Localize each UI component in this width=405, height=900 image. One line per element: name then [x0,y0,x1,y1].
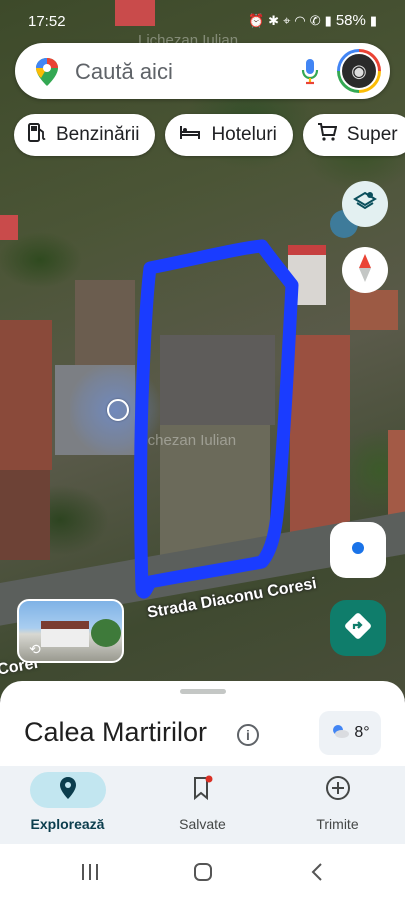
location-icon: ⌖ [283,12,291,28]
add-circle-icon [325,775,351,806]
google-maps-pin-icon [35,57,59,92]
bluetooth-icon: ✱ [268,12,280,28]
compass-button[interactable] [342,247,388,293]
battery-level: 58% [335,12,366,29]
chip-label: Super [346,124,398,145]
recents-icon[interactable] [80,862,100,887]
my-location-icon [346,536,370,565]
building-roof [0,470,50,560]
category-chips: Benzinării Hoteluri Super [14,114,405,156]
microphone-icon[interactable] [300,57,320,90]
tab-contribute[interactable]: Trimite [270,766,405,844]
satellite-map[interactable]: Strada Diaconu Coresi Corel Lichezan Iul… [0,0,405,700]
building-roof [0,215,18,240]
gas-station-icon [28,122,46,148]
tab-saved[interactable]: Salvate [135,766,270,844]
temperature: 8° [354,724,370,741]
drag-handle[interactable] [180,689,226,694]
street-view-thumbnail[interactable]: ⟲ [17,599,124,663]
layers-button[interactable] [342,181,388,227]
weather-badge[interactable]: 8° [319,711,381,755]
building-roof [288,245,326,305]
layers-icon [353,190,377,219]
tab-label: Trimite [316,816,359,832]
building-roof [160,335,275,425]
battery-icon: ▮ [369,12,377,28]
directions-icon [344,612,372,645]
call-icon: ✆ [309,12,321,28]
home-icon[interactable] [193,862,213,887]
info-icon[interactable]: i [237,724,259,746]
tab-label: Explorează [30,816,105,832]
building-roof [0,320,52,470]
building-roof [290,335,350,545]
tab-icon-container [29,772,106,808]
avatar[interactable]: ◉ [337,49,381,93]
status-icons: ⏰ ✱ ⌖ ◠ ✆ ▮ 58% ▮ [248,12,377,29]
current-location-dot [107,399,129,421]
status-bar: 17:52 ⏰ ✱ ⌖ ◠ ✆ ▮ 58% ▮ [0,0,405,40]
tab-explore[interactable]: Explorează [0,766,135,844]
chip-label: Hoteluri [211,124,277,145]
alarm-icon: ⏰ [247,12,265,28]
rotate-360-icon: ⟲ [29,641,41,657]
wifi-icon: ◠ [294,12,306,28]
chip-hotels[interactable]: Hoteluri [165,114,293,156]
tab-label: Salvate [179,816,226,832]
clock: 17:52 [28,13,66,30]
search-input[interactable]: Caută aici [75,59,173,85]
building-roof [350,290,398,330]
directions-button[interactable] [330,600,386,656]
my-location-button[interactable] [330,522,386,578]
profile-photo: ◉ [340,52,378,90]
bookmark-icon [192,775,214,806]
tab-icon-container [165,772,241,808]
search-bar[interactable]: Caută aici ◉ [15,43,390,99]
chip-label: Benzinării [56,124,140,145]
street-view-tree [91,619,121,647]
signal-icon: ▮ [324,12,332,28]
back-icon[interactable] [310,862,324,887]
building-roof [75,280,135,365]
bottom-navigation: Explorează Salvate Trimite [0,766,405,844]
tab-icon-container [300,772,376,808]
compass-icon [355,253,375,288]
bed-icon [179,124,201,146]
place-bottom-sheet[interactable]: Calea Martirilor i 8° [0,681,405,771]
location-pin-icon [59,776,77,805]
chip-supermarkets[interactable]: Super [302,114,405,156]
partly-cloudy-icon [330,723,350,744]
place-title: Calea Martirilor [24,717,208,747]
shopping-cart-icon [317,122,338,148]
chip-gas-stations[interactable]: Benzinării [14,114,156,156]
system-navigation-bar [0,844,405,900]
